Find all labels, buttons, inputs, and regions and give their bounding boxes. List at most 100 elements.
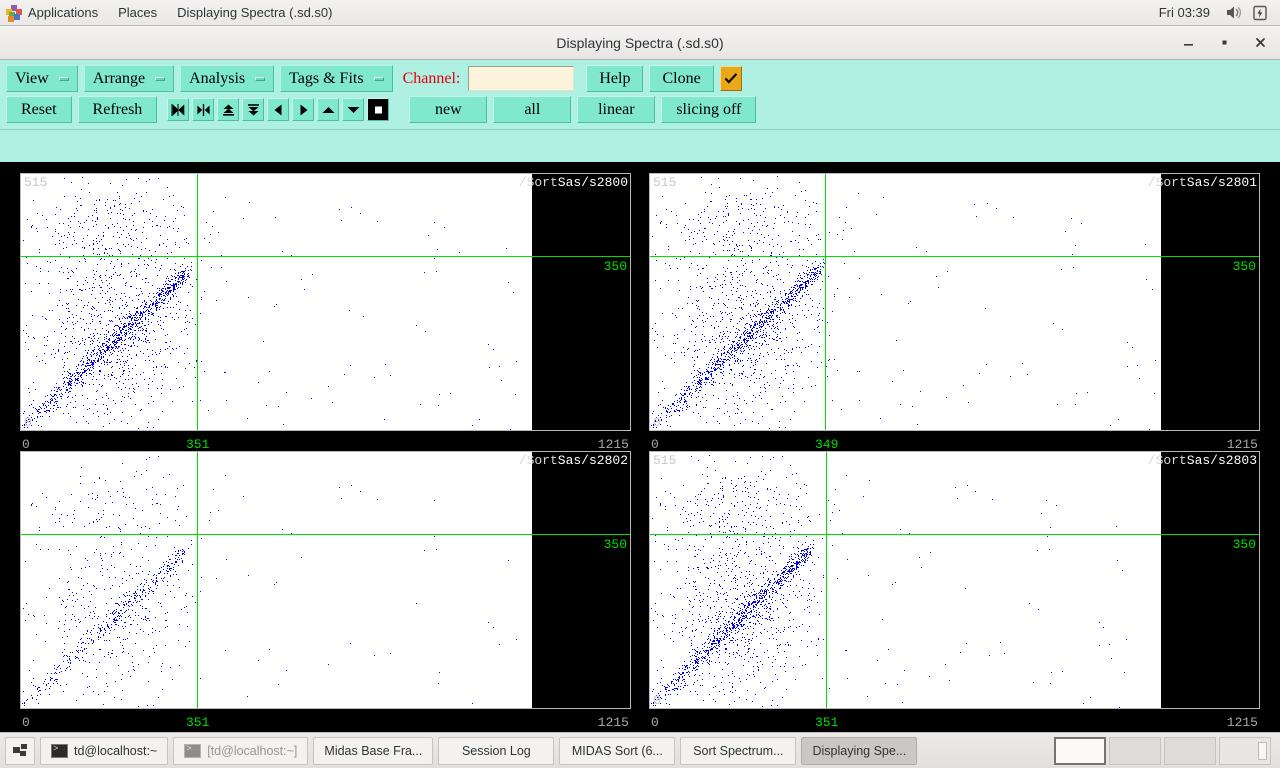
applications-menu-label: Applications [28, 5, 98, 20]
workspace-switcher[interactable] [1054, 737, 1275, 765]
spectrum-name-suffix: Sas/s2800 [558, 175, 628, 190]
task-session-log[interactable]: Session Log [438, 737, 554, 765]
applications-menu[interactable]: Applications [0, 0, 108, 26]
y-max-label: 515 [653, 175, 676, 190]
reset-button-label: Reset [21, 101, 57, 119]
mode-linear-button[interactable]: linear [577, 96, 655, 123]
clock[interactable]: Fri 03:39 [1149, 0, 1220, 26]
y-min-label: 0 [653, 415, 661, 430]
help-button-label: Help [599, 70, 630, 88]
step-down-icon[interactable] [342, 98, 364, 121]
menu-analysis[interactable]: Analysis [180, 65, 274, 92]
maximize-icon[interactable] [1214, 33, 1234, 53]
x-cursor-label: 351 [186, 715, 209, 730]
clone-button[interactable]: Clone [649, 65, 713, 92]
spectrum-panel-s2800[interactable]: 5150350/SortSas/s2800 0 351 1215 [0, 162, 640, 447]
channel-input[interactable] [468, 66, 574, 91]
y-max-label: 515 [653, 453, 676, 468]
x-axis-s2803: 0 351 1215 [649, 715, 1260, 733]
x-min-label: 0 [651, 715, 659, 730]
y-min-label: 0 [653, 693, 661, 708]
mode-slicing-button[interactable]: slicing off [661, 96, 756, 123]
spectrum-name-prefix: /Sort [519, 453, 558, 468]
task-terminal-2[interactable]: [td@localhost:~] [173, 737, 308, 765]
task-displaying-spectra[interactable]: Displaying Spe... [801, 737, 917, 765]
spectrum-panel-s2801[interactable]: 5150350/SortSas/s2801 0 349 1215 [640, 162, 1280, 447]
expand-horizontal-icon[interactable] [192, 98, 214, 121]
task-terminal-1[interactable]: td@localhost:~ [40, 737, 168, 765]
reset-button[interactable]: Reset [6, 96, 72, 123]
spectra-window: Displaying Spectra (.sd.s0) View Arrange [0, 26, 1280, 732]
chevron-down-icon [59, 77, 69, 81]
y-cursor-label: 350 [1233, 259, 1256, 274]
workspace-3[interactable] [1164, 737, 1216, 765]
spectrum-name-prefix: /Sort [519, 175, 558, 190]
taskbar: td@localhost:~ [td@localhost:~] Midas Ba… [0, 732, 1280, 768]
out-of-range-region [532, 452, 630, 708]
terminal-icon [184, 744, 201, 758]
panel-tray: Fri 03:39 [1149, 0, 1280, 26]
mode-new-button[interactable]: new [409, 96, 487, 123]
plot-canvas-s2803[interactable]: 5150350/SortSas/s2803 [649, 451, 1260, 709]
step-left-icon[interactable] [267, 98, 289, 121]
spectrum-panel-s2802[interactable]: 350/SortSas/s2802 0 351 1215 [0, 447, 640, 732]
y-cursor-line[interactable] [650, 256, 1259, 257]
menu-tags-and-fits[interactable]: Tags & Fits [280, 65, 392, 92]
collapse-horizontal-icon[interactable] [167, 98, 189, 121]
spectra-plot-area[interactable]: 5150350/SortSas/s2800 0 351 1215 5150350… [0, 162, 1280, 732]
out-of-range-region [1161, 174, 1259, 430]
y-cursor-line[interactable] [650, 534, 1259, 535]
menu-analysis-label: Analysis [189, 70, 245, 88]
window-controls [1178, 33, 1280, 53]
stop-square-icon[interactable] [367, 98, 389, 121]
step-right-icon[interactable] [292, 98, 314, 121]
x-cursor-line[interactable] [197, 174, 198, 430]
spectrum-name-prefix: /Sort [1148, 175, 1187, 190]
plot-canvas-s2800[interactable]: 5150350/SortSas/s2800 [20, 173, 631, 431]
x-axis-s2802: 0 351 1215 [20, 715, 631, 733]
chevron-down-icon [255, 77, 265, 81]
gnome-top-panel: Applications Places Displaying Spectra (… [0, 0, 1280, 26]
x-max-label: 1215 [1227, 715, 1258, 730]
active-window-menu[interactable]: Displaying Spectra (.sd.s0) [167, 0, 342, 26]
places-menu[interactable]: Places [108, 0, 167, 26]
collapse-up-icon[interactable] [217, 98, 239, 121]
expand-down-icon[interactable] [242, 98, 264, 121]
show-desktop-icon[interactable] [5, 737, 35, 765]
chevron-down-icon [155, 77, 165, 81]
window-titlebar[interactable]: Displaying Spectra (.sd.s0) [0, 26, 1280, 60]
chevron-down-icon [374, 77, 384, 81]
mode-all-button[interactable]: all [493, 96, 571, 123]
y-cursor-line[interactable] [21, 256, 630, 257]
clone-button-label: Clone [662, 70, 700, 88]
x-max-label: 1215 [598, 715, 629, 730]
workspace-2[interactable] [1109, 737, 1161, 765]
menu-view[interactable]: View [6, 65, 78, 92]
step-up-icon[interactable] [317, 98, 339, 121]
y-cursor-line[interactable] [21, 534, 630, 535]
minimize-icon[interactable] [1178, 33, 1198, 53]
spectrum-panel-s2803[interactable]: 5150350/SortSas/s2803 0 351 1215 [640, 447, 1280, 732]
menu-arrange[interactable]: Arrange [84, 65, 174, 92]
refresh-button[interactable]: Refresh [78, 96, 158, 123]
plot-canvas-s2802[interactable]: 350/SortSas/s2802 [20, 451, 631, 709]
x-cursor-line[interactable] [826, 452, 827, 708]
task-midas-sort[interactable]: MIDAS Sort (6... [559, 737, 675, 765]
workspace-1[interactable] [1054, 737, 1106, 765]
speaker-icon[interactable] [1222, 0, 1246, 26]
checkmark-toggle[interactable] [720, 66, 742, 91]
task-label: MIDAS Sort (6... [572, 744, 663, 758]
spectrum-name-label: /SortSas/s2802 [519, 453, 628, 468]
help-button[interactable]: Help [586, 65, 643, 92]
y-cursor-label: 350 [604, 259, 627, 274]
x-cursor-line[interactable] [825, 174, 826, 430]
menu-tags-and-fits-label: Tags & Fits [289, 70, 363, 88]
workspace-4[interactable] [1219, 737, 1271, 765]
battery-charging-icon[interactable] [1248, 0, 1272, 26]
x-cursor-line[interactable] [197, 452, 198, 708]
task-sort-spectrum[interactable]: Sort Spectrum... [680, 737, 796, 765]
close-icon[interactable] [1250, 33, 1270, 53]
task-midas-base-frame[interactable]: Midas Base Fra... [313, 737, 433, 765]
mode-linear-label: linear [598, 101, 634, 119]
plot-canvas-s2801[interactable]: 5150350/SortSas/s2801 [649, 173, 1260, 431]
